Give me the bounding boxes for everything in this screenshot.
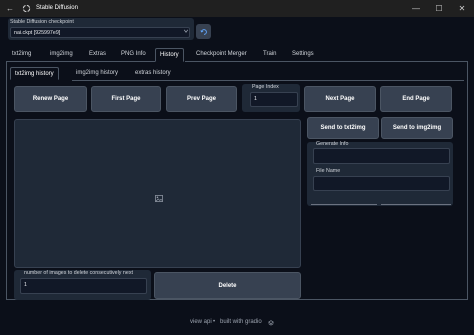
checkpoint-dropdown[interactable]: nai.ckpt [925997e9] <box>10 27 190 38</box>
generate-info-field[interactable] <box>313 148 450 164</box>
checkpoint-label: Stable Diffusion checkpoint <box>10 19 74 25</box>
window-title: Stable Diffusion <box>36 5 78 11</box>
file-name-field[interactable] <box>313 176 450 191</box>
send-to-img2img-button[interactable]: Send to img2img <box>381 117 453 139</box>
chevron-down-icon <box>183 28 189 36</box>
app-logo-icon <box>20 0 32 17</box>
tab-train[interactable]: Train <box>263 48 276 62</box>
send-to-txt2img-button[interactable]: Send to txt2img <box>307 117 379 139</box>
generate-info-label: Generate Info <box>316 141 349 147</box>
subtab-img2img-history[interactable]: img2img history <box>76 67 118 80</box>
renew-page-button[interactable]: Renew Page <box>14 86 87 112</box>
tab-settings[interactable]: Settings <box>292 48 314 62</box>
tab-extras[interactable]: Extras <box>89 48 106 62</box>
delete-count-input[interactable]: 1 <box>20 278 147 294</box>
file-name-label: File Name <box>316 168 341 174</box>
delete-count-label: number of images to delete consecutively… <box>24 270 133 276</box>
window-titlebar: ← Stable Diffusion — ☐ ✕ <box>0 0 474 17</box>
tab-history[interactable]: History <box>155 48 184 62</box>
next-page-button[interactable]: Next Page <box>304 86 376 112</box>
divider <box>311 204 377 205</box>
back-icon[interactable]: ← <box>4 0 16 17</box>
page-index-label: Page Index <box>252 84 279 90</box>
delete-button[interactable]: Delete <box>154 272 301 299</box>
divider <box>381 204 451 205</box>
subtab-txt2img-history[interactable]: txt2img history <box>10 67 59 80</box>
refresh-checkpoint-button[interactable] <box>196 24 211 39</box>
minimize-icon[interactable]: — <box>405 0 427 17</box>
main-tabs: txt2img img2img Extras PNG Info History … <box>0 48 474 62</box>
view-api-link[interactable]: view api <box>190 319 212 325</box>
close-icon[interactable]: ✕ <box>451 0 473 17</box>
end-page-button[interactable]: End Page <box>380 86 452 112</box>
subtab-extras-history[interactable]: extras history <box>135 67 171 80</box>
tab-checkpoint-merger[interactable]: Checkpoint Merger <box>196 48 247 62</box>
tab-img2img[interactable]: img2img <box>50 48 73 62</box>
first-page-button[interactable]: First Page <box>91 86 161 112</box>
page-index-input[interactable]: 1 <box>250 92 298 107</box>
maximize-icon[interactable]: ☐ <box>428 0 450 17</box>
footer-separator: • <box>213 319 216 325</box>
prev-page-button[interactable]: Prev Page <box>166 86 237 112</box>
refresh-icon <box>199 28 207 35</box>
subtab-divider <box>72 80 464 81</box>
image-placeholder-icon <box>155 189 163 202</box>
gradio-logo-icon <box>268 320 274 328</box>
tab-txt2img[interactable]: txt2img <box>12 48 31 62</box>
tab-png-info[interactable]: PNG Info <box>121 48 146 62</box>
built-with-gradio-link[interactable]: built with gradio <box>220 319 262 325</box>
